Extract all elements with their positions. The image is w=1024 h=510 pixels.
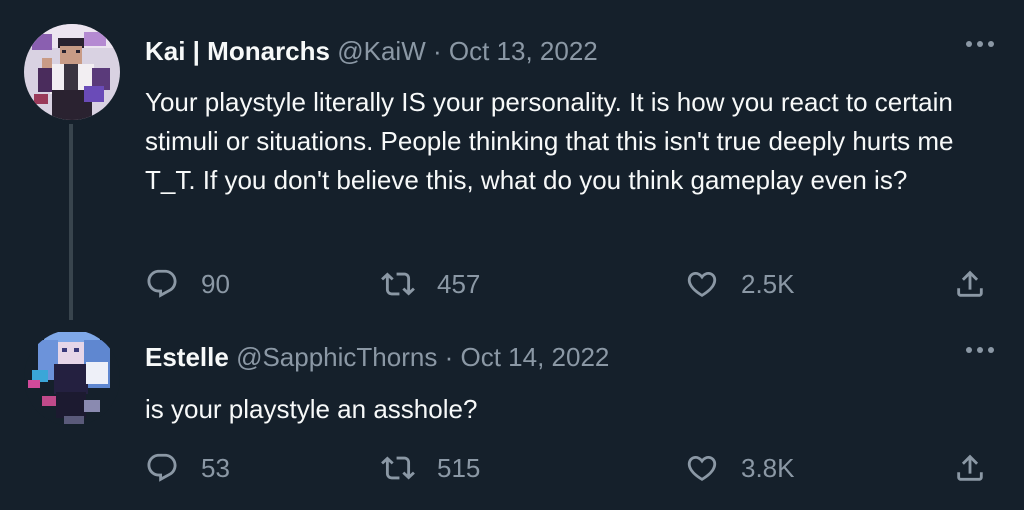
share-button[interactable] [953,264,987,304]
more-options-button[interactable] [960,34,1000,54]
like-count: 2.5K [741,268,795,299]
reply-icon [147,269,177,298]
retweet-count: 515 [437,452,481,483]
display-name[interactable]: Estelle [145,342,229,372]
more-icon [966,41,994,47]
more-icon [966,347,994,353]
avatar[interactable] [24,330,120,426]
reply-button[interactable]: 53 [145,448,230,488]
reply-count: 90 [201,268,230,299]
handle[interactable]: @SapphicThorns [236,342,437,372]
tweet-header: Estelle @SapphicThorns · Oct 14, 2022 [145,341,609,373]
pixel-avatar-icon [24,24,120,120]
tweet-kai[interactable]: Kai | Monarchs @KaiW · Oct 13, 2022 Your… [0,0,1024,330]
timestamp[interactable]: Oct 13, 2022 [449,36,598,66]
tweet-header: Kai | Monarchs @KaiW · Oct 13, 2022 [145,35,598,67]
pixel-avatar-icon [24,330,120,426]
retweet-icon [381,456,415,480]
reply-icon [147,453,177,482]
handle[interactable]: @KaiW [337,36,426,66]
separator: · [432,36,442,66]
share-icon [957,270,983,297]
share-icon [957,454,983,481]
separator: · [444,342,454,372]
tweet-text: is your playstyle an asshole? [145,394,478,424]
tweet-text: Your playstyle literally IS your persona… [145,87,954,195]
like-button[interactable]: 2.5K [685,264,795,304]
reply-count: 53 [201,452,230,483]
like-count: 3.8K [741,452,795,483]
tweet-estelle[interactable]: Estelle @SapphicThorns · Oct 14, 2022 is… [0,330,1024,510]
retweet-icon [381,272,415,296]
timestamp[interactable]: Oct 14, 2022 [460,342,609,372]
share-button[interactable] [953,448,987,488]
like-icon [687,455,717,481]
like-icon [687,271,717,297]
action-bar: 90 457 2.5K [145,264,1005,304]
retweet-button[interactable]: 457 [381,264,480,304]
like-button[interactable]: 3.8K [685,448,795,488]
more-options-button[interactable] [960,340,1000,360]
retweet-button[interactable]: 515 [381,448,480,488]
display-name[interactable]: Kai | Monarchs [145,36,330,66]
avatar[interactable] [24,24,120,120]
thread-line [69,124,73,320]
action-bar: 53 515 3.8K [145,448,1005,488]
retweet-count: 457 [437,268,481,299]
reply-button[interactable]: 90 [145,264,230,304]
